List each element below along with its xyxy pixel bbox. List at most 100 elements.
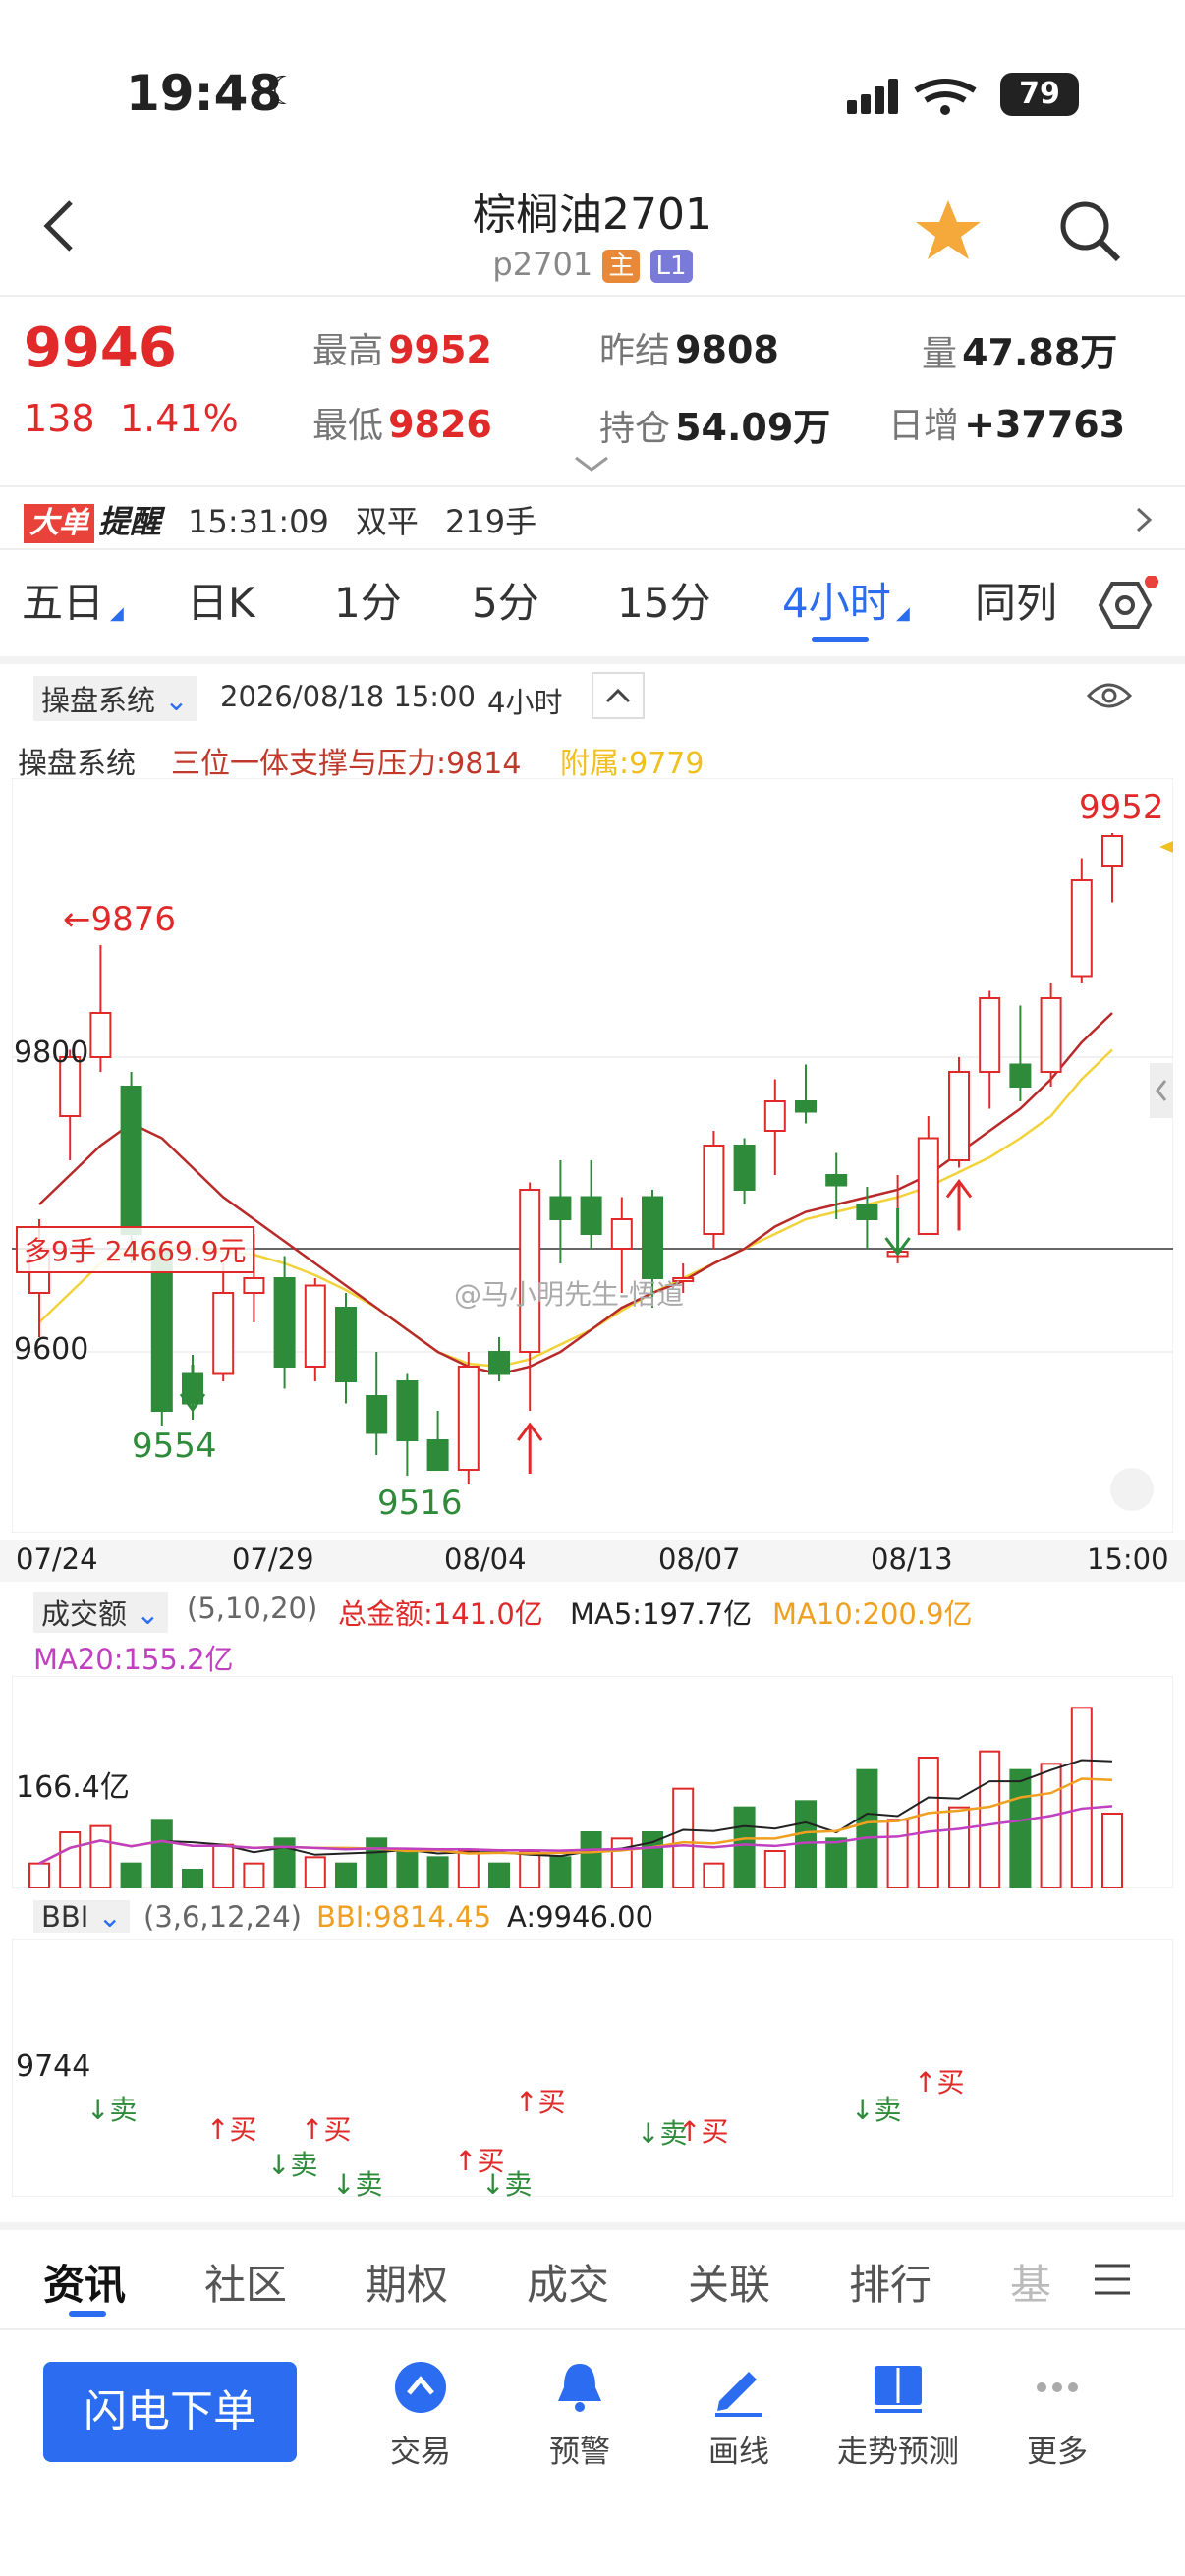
l1-badge: L1 [649,250,693,283]
collapse-button[interactable] [592,672,645,719]
draw-button[interactable]: 画线 [660,2358,818,2476]
more-button[interactable]: 更多 [979,2358,1136,2476]
tab-ranking[interactable]: 排行 [849,2252,931,2312]
candlestick-chart[interactable] [12,778,1173,1533]
tab-15min[interactable]: 15分 [617,570,710,630]
expand-chevron-icon[interactable] [572,454,611,477]
volume-bar [28,1862,50,1888]
contract-code: p2701 [492,246,593,283]
star-icon[interactable] [914,196,983,269]
date-label: 07/24 [16,1542,98,1576]
daily-increase-value: +37763 [964,403,1126,446]
bbi-selector-label: BBI [41,1900,89,1933]
volume-ma20: MA20:155.2亿 [33,1643,234,1676]
volume-bar [212,1843,235,1888]
contract-code-row: p2701 主 L1 [0,246,1185,283]
buy-signal: ↑买 [301,2113,352,2146]
volume-bar [703,1862,725,1888]
more-dots-icon [1037,2382,1078,2392]
candle-body [1101,835,1123,867]
candle-body [519,1189,541,1353]
moon-icon: ☾ [265,69,301,114]
alert-qty: 219手 [445,503,537,540]
tab-compare[interactable]: 同列 [975,570,1057,630]
candle-body [426,1439,449,1471]
menu-icon[interactable] [1093,2262,1132,2301]
volume-bar [856,1768,878,1888]
candle-body [1070,879,1093,978]
tab-5min[interactable]: 5分 [472,570,539,630]
pencil-icon [715,2372,762,2417]
more-label: 更多 [1027,2435,1088,2470]
alert-tag-label: 提醒 [98,503,162,540]
candle-body [212,1292,235,1375]
chevron-right-icon[interactable] [1132,505,1156,538]
candle-body [825,1174,848,1187]
date-label: 08/13 [871,1542,953,1576]
volume-bar [549,1856,572,1888]
position-label[interactable]: 多9手 24669.9元 [16,1226,254,1273]
candle-body [243,1277,265,1294]
alert-button[interactable]: 预警 [501,2358,658,2476]
settings-hex-icon[interactable] [1091,575,1159,639]
volume-selector[interactable]: 成交额 ⌄ [33,1592,168,1633]
volume-bar [642,1831,663,1888]
candle-body [795,1100,817,1113]
tab-4hour[interactable]: 4小时 [782,570,891,630]
signal-icon [847,77,985,120]
volume-bar [120,1862,142,1888]
system-selector[interactable]: 操盘系统 ⌄ [33,676,197,721]
bbi-selector[interactable]: BBI ⌄ [33,1900,130,1933]
page-title: 棕榈油2701 [473,190,712,240]
volume-bar [1070,1707,1093,1888]
tab-dropdown-icon: ◢ [110,603,124,624]
tab-five-day[interactable]: 五日 [22,570,104,630]
tab-daily-k[interactable]: 日K [187,570,255,630]
last-price: 9946 [24,316,177,380]
search-icon[interactable] [1055,196,1124,269]
flash-order-button[interactable]: 闪电下单 [43,2362,297,2462]
high-marker: 9952 [1079,788,1164,827]
forecast-button[interactable]: 走势预测 [819,2358,977,2476]
trade-button[interactable]: 交易 [342,2358,499,2476]
volume-bar [610,1837,633,1888]
support-pressure-value: 三位一体支撑与压力:9814 [171,747,522,781]
tab-fundamentals[interactable]: 基 [1010,2252,1051,2312]
price-change-pct: 1.41% [120,397,239,440]
aux-value: 附属:9779 [560,747,705,781]
candle-body [733,1145,756,1191]
date-label: 07/29 [232,1542,314,1576]
axis-9800: 9800 [14,1036,89,1070]
tab-news[interactable]: 资讯 [43,2252,126,2312]
big-order-alert[interactable]: 大单 提醒 15:31:09 双平 219手 [24,497,537,543]
watermark: @马小明先生-悟道 [454,1278,685,1311]
eye-icon[interactable] [1085,678,1134,717]
bbi-params: (3,6,12,24) [143,1900,302,1933]
candle-body [1040,997,1062,1073]
volume-label: 量 [922,334,958,374]
volume-chart[interactable] [12,1676,1173,1888]
bbi-ref: 9744 [16,2049,91,2084]
candle-body [979,997,1001,1073]
volume-bar [917,1757,939,1888]
candle-body [917,1137,939,1235]
tab-options[interactable]: 期权 [366,2252,448,2312]
active-tab-indicator [812,637,869,642]
candle-body [1009,1063,1032,1088]
candle-body [120,1086,142,1235]
tab-trades[interactable]: 成交 [527,2252,609,2312]
volume-bar [488,1862,510,1888]
alert-time: 15:31:09 [188,503,329,540]
volume-bar [886,1819,909,1888]
tab-related[interactable]: 关联 [688,2252,770,2312]
prev-settle-label: 昨结 [599,331,671,371]
volume-bar [948,1806,970,1888]
alert-label: 预警 [549,2435,610,2470]
low-label: 最低 [312,406,384,446]
volume-bar [304,1856,326,1888]
tab-community[interactable]: 社区 [204,2252,287,2312]
bbi-chart[interactable] [12,1939,1173,2197]
chart-period: 4小时 [487,686,563,719]
tab-1min[interactable]: 1分 [334,570,402,630]
volume-bar [243,1862,265,1888]
